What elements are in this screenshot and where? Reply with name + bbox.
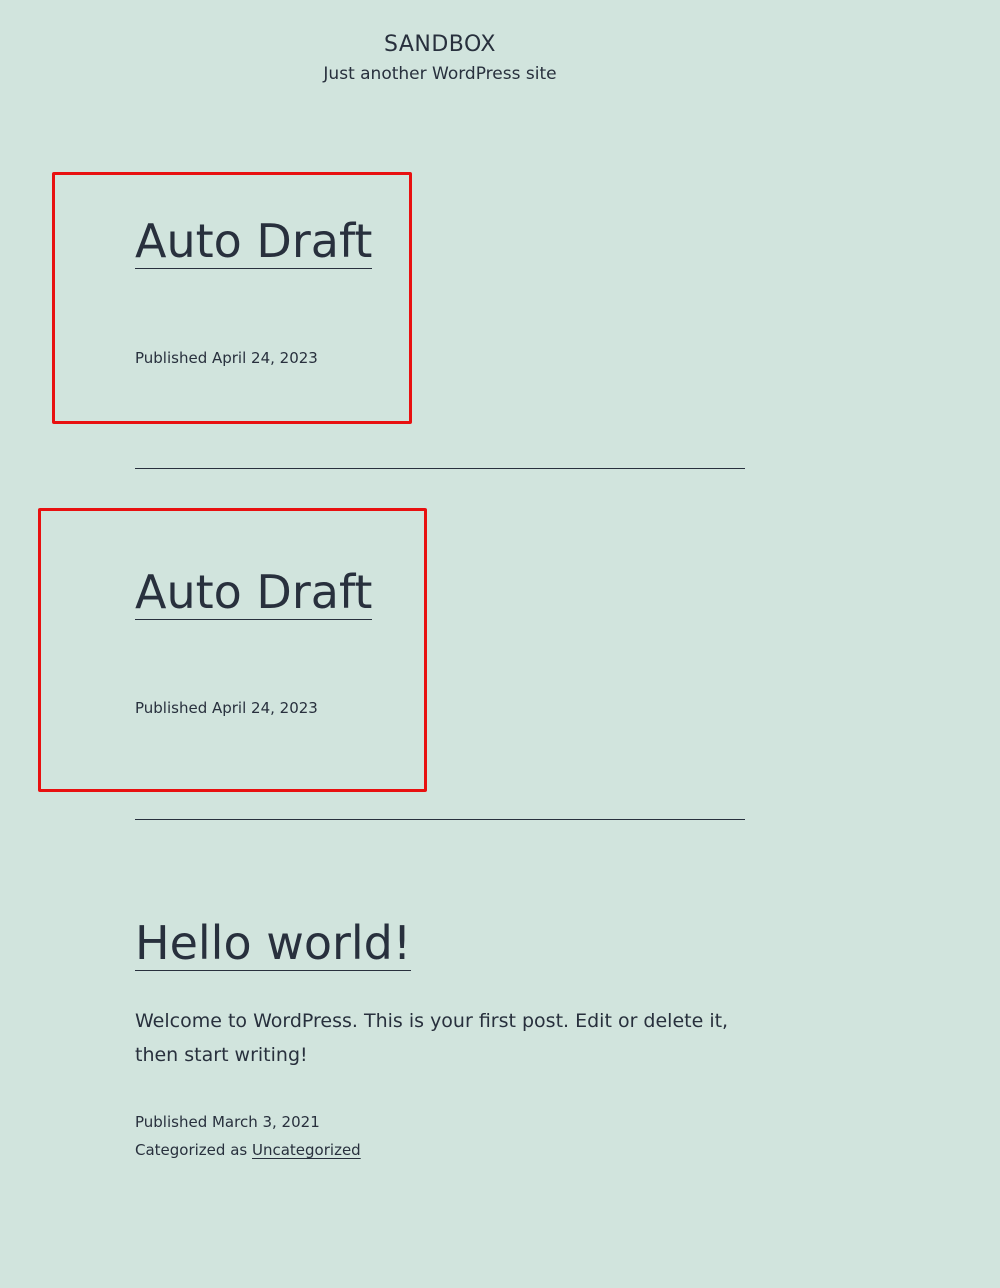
post-title-link[interactable]: Auto Draft	[135, 565, 373, 620]
post-published-date: Published March 3, 2021	[135, 1113, 320, 1131]
category-link[interactable]: Uncategorized	[252, 1141, 361, 1159]
post-categories: Categorized as Uncategorized	[135, 1136, 745, 1164]
post-title-link[interactable]: Auto Draft	[135, 214, 373, 269]
site-header: SANDBOX Just another WordPress site	[0, 30, 880, 86]
post-separator	[135, 468, 745, 469]
post-title: Auto Draft	[135, 213, 745, 269]
post-separator	[135, 819, 745, 820]
post-hello-world: Hello world! Welcome to WordPress. This …	[135, 915, 745, 1164]
post-title: Hello world!	[135, 915, 745, 971]
post-excerpt: Welcome to WordPress. This is your first…	[135, 1010, 729, 1066]
post-title-link[interactable]: Hello world!	[135, 916, 412, 971]
site-title[interactable]: SANDBOX	[0, 30, 880, 60]
post-published-date: Published April 24, 2023	[135, 699, 318, 717]
post-auto-draft-1: Auto Draft Published April 24, 2023	[135, 213, 745, 372]
post-meta: Published April 24, 2023	[135, 694, 745, 722]
post-auto-draft-2: Auto Draft Published April 24, 2023	[135, 564, 745, 722]
post-meta: Published April 24, 2023	[135, 344, 745, 372]
site-tagline: Just another WordPress site	[323, 64, 557, 84]
categorized-label: Categorized as	[135, 1141, 248, 1159]
post-title: Auto Draft	[135, 564, 745, 620]
post-published-date: Published April 24, 2023	[135, 349, 318, 367]
post-meta: Published March 3, 2021 Categorized as U…	[135, 1108, 745, 1164]
